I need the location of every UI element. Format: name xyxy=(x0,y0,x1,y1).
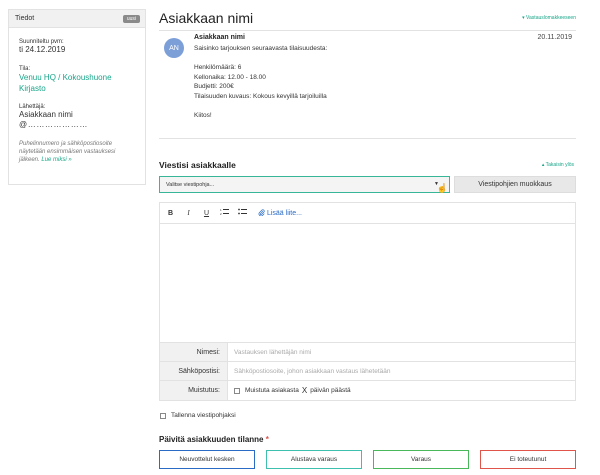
message-line: Kiitos! xyxy=(194,111,212,119)
edit-templates-button[interactable]: Viestipohjien muokkaus xyxy=(454,176,576,193)
message-body: Saisinko tarjouksen seuraavasta tilaisuu… xyxy=(194,45,327,121)
status-not-realized-button[interactable]: Ei toteutunut xyxy=(480,450,576,469)
template-select-value: Valitse viestipohja... xyxy=(166,181,215,188)
reply-details-form: Nimesi: Vastauksen lähettäjän nimi Sähkö… xyxy=(159,342,576,401)
contact-info-note: Puhelinnumero ja sähköpostiosoite näytet… xyxy=(19,140,135,164)
editor-toolbar: B I U 12 Lisää liite... xyxy=(160,203,575,224)
page-title: Asiakkaan nimi xyxy=(159,10,254,26)
read-why-link[interactable]: Lue miksi » xyxy=(41,157,71,163)
reminder-checkbox[interactable] xyxy=(234,387,240,394)
reminder-days-input[interactable]: X xyxy=(302,386,307,395)
status-tentative-button[interactable]: Alustava varaus xyxy=(266,450,362,469)
reminder-row: Muistutus: Muistuta asiakasta X päivän p… xyxy=(160,381,575,400)
space-link[interactable]: Venuu HQ / Kokoushuone Kirjasto xyxy=(19,72,135,94)
save-template-option[interactable]: Tallenna viestipohjaksi xyxy=(160,412,236,419)
bullet-list-icon[interactable] xyxy=(238,208,247,218)
bold-button[interactable]: B xyxy=(166,210,175,217)
planned-date-value: ti 24.12.2019 xyxy=(19,45,66,54)
save-template-label: Tallenna viestipohjaksi xyxy=(171,412,236,419)
email-label: Sähköpostisi: xyxy=(160,362,228,380)
customer-message: AN Asiakkaan nimi 20.11.2019 Saisinko ta… xyxy=(159,31,576,139)
hand-cursor-icon: ☝ xyxy=(436,183,448,193)
name-field[interactable]: Vastauksen lähettäjän nimi xyxy=(228,343,575,361)
reply-section-title: Viestisi asiakkaalle xyxy=(159,160,236,170)
message-date: 20.11.2019 xyxy=(537,34,572,41)
ordered-list-icon[interactable]: 12 xyxy=(220,208,229,218)
status-section-title: Päivitä asiakkuuden tilanne * xyxy=(159,435,269,444)
divider xyxy=(159,138,576,139)
save-template-checkbox[interactable] xyxy=(160,412,166,419)
status-badge: uusi xyxy=(122,14,140,23)
message-line-blank xyxy=(194,55,327,65)
reminder-label: Muistutus: xyxy=(160,381,228,400)
required-marker: * xyxy=(265,435,269,444)
underline-button[interactable]: U xyxy=(202,210,211,217)
paperclip-icon xyxy=(258,209,265,217)
status-booked-button[interactable]: Varaus xyxy=(373,450,469,469)
reminder-text-suffix: päivän päästä xyxy=(310,387,351,394)
italic-button[interactable]: I xyxy=(184,209,193,217)
message-line: Henkilömäärä: 6 xyxy=(194,64,242,71)
template-select[interactable]: Valitse viestipohja... ▼ ☝ xyxy=(159,176,450,193)
message-line: Saisinko tarjouksen seuraavasta tilaisuu… xyxy=(194,45,328,52)
details-panel-title: Tiedot xyxy=(15,15,35,22)
svg-text:2: 2 xyxy=(220,212,222,216)
sender-name: Asiakkaan nimi xyxy=(19,110,73,119)
reminder-text: Muistuta asiakasta xyxy=(245,387,299,394)
avatar: AN xyxy=(164,38,184,58)
name-label: Nimesi: xyxy=(160,343,228,361)
reminder-control: Muistuta asiakasta X päivän päästä xyxy=(228,381,575,400)
message-line: Kellonaika: 12.00 - 18.00 xyxy=(194,73,266,81)
message-sender: Asiakkaan nimi xyxy=(194,34,245,41)
details-panel: Tiedot uusi Suunniteltu pvm: ti 24.12.20… xyxy=(8,9,146,185)
back-to-top-link[interactable]: ▴ Takaisin ylös xyxy=(542,162,574,168)
message-line: Tilaisuuden kuvaus: Kokous kevyillä tarj… xyxy=(194,92,327,100)
status-negotiating-button[interactable]: Neuvottelut kesken xyxy=(159,450,255,469)
attach-file-label: Lisää liite... xyxy=(266,210,302,217)
to-reply-form-link[interactable]: ▾ Vastauslomakkeeseen xyxy=(522,15,576,21)
message-line: Budjetti: 200€ xyxy=(194,83,234,90)
name-row: Nimesi: Vastauksen lähettäjän nimi xyxy=(160,343,575,362)
details-panel-header: Tiedot uusi xyxy=(9,10,145,28)
sender-email-hidden: @………………… xyxy=(19,120,88,129)
message-editor[interactable]: B I U 12 Lisää liite... xyxy=(159,202,576,343)
attach-file-link[interactable]: Lisää liite... xyxy=(258,209,302,217)
status-title-text: Päivitä asiakkuuden tilanne xyxy=(159,435,264,444)
email-field[interactable]: Sähköpostiosoite, johon asiakkaan vastau… xyxy=(228,362,575,380)
email-row: Sähköpostisi: Sähköpostiosoite, johon as… xyxy=(160,362,575,381)
message-line-blank xyxy=(194,102,327,112)
